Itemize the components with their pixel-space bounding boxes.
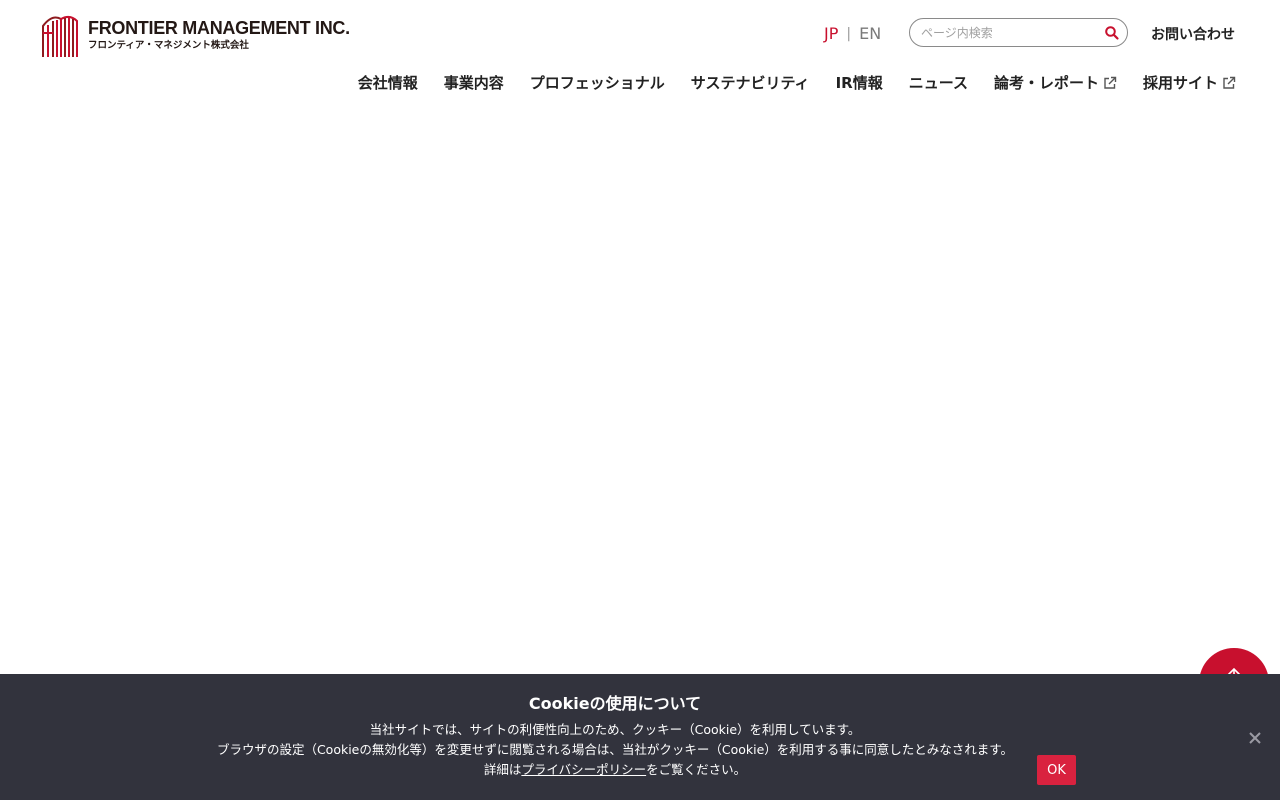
external-link-icon <box>1223 76 1236 89</box>
nav-item-label: 論考・レポート <box>993 74 1099 92</box>
contact-link[interactable]: お問い合わせ <box>1151 24 1235 44</box>
nav-item-recruit[interactable]: 採用サイト <box>1143 72 1236 93</box>
nav-item-company[interactable]: 会社情報 <box>358 72 418 93</box>
nav-item-professionals[interactable]: プロフェッショナル <box>530 72 665 93</box>
nav-item-label: プロフェッショナル <box>529 74 665 92</box>
nav-item-business[interactable]: 事業内容 <box>444 72 504 93</box>
lang-separator: | <box>846 25 852 42</box>
site-logo[interactable]: FRONTIER MANAGEMENT INC. フロンティア・マネジメント株式… <box>40 13 350 57</box>
cookie-line-1: 当社サイトでは、サイトの利便性向上のため、クッキー（Cookie）を利用していま… <box>369 722 861 737</box>
nav-item-label: サステナビリティ <box>690 74 810 92</box>
language-switch: JP | EN <box>824 24 881 43</box>
nav-item-label: ニュース <box>908 74 968 92</box>
logo-text: FRONTIER MANAGEMENT INC. フロンティア・マネジメント株式… <box>88 17 350 52</box>
cookie-line-3-prefix: 詳細は <box>483 762 522 777</box>
nav-item-ir[interactable]: IR情報 <box>836 72 883 93</box>
cookie-banner: Cookieの使用について 当社サイトでは、サイトの利便性向上のため、クッキー（… <box>0 674 1280 800</box>
lang-jp-link[interactable]: JP <box>824 24 838 43</box>
global-nav: 会社情報 事業内容 プロフェッショナル サステナビリティ IR情報 ニュース 論… <box>332 72 1236 93</box>
external-link-icon <box>1104 76 1117 89</box>
privacy-policy-link[interactable]: プライバシーポリシー <box>521 762 646 777</box>
nav-item-label: IR情報 <box>835 74 883 92</box>
cookie-accept-button[interactable]: OK <box>1037 755 1076 785</box>
search-icon <box>1105 26 1119 40</box>
nav-item-reports[interactable]: 論考・レポート <box>994 72 1117 93</box>
nav-item-label: 会社情報 <box>357 74 418 92</box>
logo-name-en: FRONTIER MANAGEMENT INC. <box>88 17 350 38</box>
cookie-line-3-suffix: をご覧ください。 <box>646 762 747 777</box>
nav-item-sustainability[interactable]: サステナビリティ <box>691 72 810 93</box>
nav-item-news[interactable]: ニュース <box>909 72 968 93</box>
nav-item-label: 事業内容 <box>443 74 504 92</box>
page: FRONTIER MANAGEMENT INC. フロンティア・マネジメント株式… <box>0 0 1280 800</box>
cookie-close-button[interactable] <box>1246 729 1264 747</box>
logo-name-ja: フロンティア・マネジメント株式会社 <box>88 39 249 51</box>
site-search-form <box>909 18 1128 47</box>
logo-mark-icon <box>42 15 78 57</box>
search-input[interactable] <box>921 25 1101 40</box>
nav-item-label: 採用サイト <box>1142 74 1218 92</box>
cookie-title: Cookieの使用について <box>528 694 702 713</box>
close-icon <box>1249 732 1261 744</box>
lang-en-link[interactable]: EN <box>859 24 881 43</box>
search-button[interactable] <box>1104 25 1120 41</box>
